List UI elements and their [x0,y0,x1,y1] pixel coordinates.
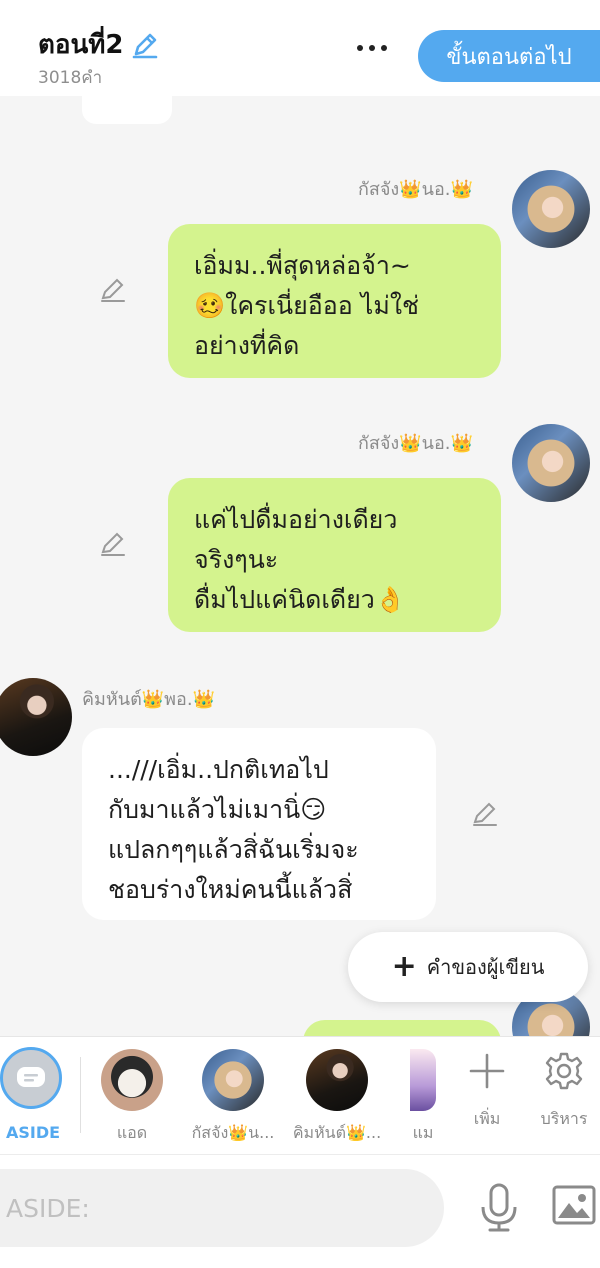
author-note-button[interactable]: + คำของผู้เขียน [348,932,588,1002]
character-name: แม [412,1123,434,1142]
character-name: คิมหันต์👑... [292,1123,382,1142]
edit-message-icon[interactable] [471,800,499,828]
header-bar: ตอนที่2 3018คำ ขั้นตอนต่อไป [0,0,600,96]
add-label: เพิ่ม [473,1109,501,1128]
manage-button[interactable]: บริหาร [536,1051,592,1132]
character-avatar [202,1049,264,1111]
avatar[interactable] [0,678,72,756]
character-avatar [306,1049,368,1111]
chat-bubble-icon [17,1067,45,1087]
previous-message-bubble [82,96,172,124]
divider [80,1057,81,1133]
message-bubble[interactable]: แค่ไปดื่มอย่างเดียว จริงๆนะ ดื่มไปแค่นิด… [168,478,501,632]
add-character-button[interactable]: เพิ่ม [464,1051,510,1132]
edit-message-icon[interactable] [99,530,127,558]
sender-name: กัสจัง👑นอ.👑 [358,433,473,454]
character-name: กัสจัง👑น... [191,1123,275,1142]
aside-label: ASIDE [6,1123,61,1142]
sender-name: คิมหันต์👑พอ.👑 [82,689,215,710]
message-input[interactable]: ASIDE: [0,1169,444,1247]
more-menu-icon[interactable] [348,30,396,66]
episode-title-text: ตอนที่2 [38,30,124,60]
microphone-icon[interactable] [478,1183,520,1233]
image-icon[interactable] [552,1185,596,1225]
gear-icon [545,1052,583,1090]
message-bubble[interactable]: เอิ่มม..พี่สุดหล่อจ้า~ 🥴ใครเนี่ยอืออ ไม่… [168,224,501,378]
word-count: 3018คำ [38,68,103,88]
aside-button[interactable] [0,1047,62,1109]
character-item[interactable]: กัสจัง👑น... [188,1049,278,1146]
character-avatar [101,1049,163,1111]
avatar[interactable] [512,424,590,502]
plus-icon: + [391,949,417,984]
character-avatar [410,1049,436,1111]
sender-name: กัสจัง👑นอ.👑 [358,179,473,200]
next-step-button[interactable]: ขั้นตอนต่อไป [418,30,600,82]
character-item[interactable]: แอด [100,1049,164,1146]
avatar[interactable] [512,170,590,248]
character-item[interactable]: แม [408,1049,438,1146]
message-bubble[interactable]: ...///เอิ่ม..ปกติเทอไป กับมาแล้วไม่เมานิ… [82,728,436,920]
message-bubble-partial[interactable] [303,1020,501,1036]
pencil-icon[interactable] [130,30,160,60]
character-bar: ASIDE แอด กัสจัง👑น... คิมหันต์👑... แม เพ… [0,1036,600,1154]
chat-area: กัสจัง👑นอ.👑 เอิ่มม..พี่สุดหล่อจ้า~ 🥴ใครเ… [0,96,600,1036]
edit-message-icon[interactable] [99,276,127,304]
character-item[interactable]: คิมหันต์👑... [292,1049,382,1146]
author-note-label: คำของผู้เขียน [426,955,545,979]
episode-title[interactable]: ตอนที่2 [38,24,160,65]
manage-label: บริหาร [540,1109,588,1128]
input-bar: ASIDE: [0,1154,600,1268]
character-name: แอด [116,1123,148,1142]
plus-icon [469,1053,505,1089]
